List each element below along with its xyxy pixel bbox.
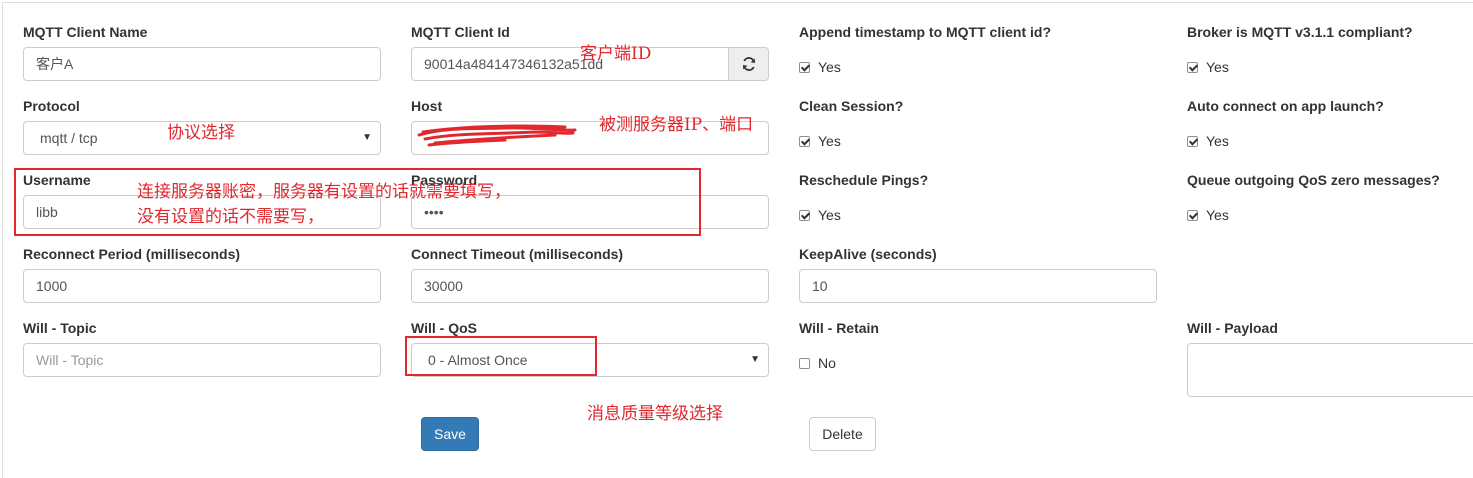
will-retain-label: Will - Retain <box>799 320 879 336</box>
client-id-annotation: 客户端ID <box>580 44 652 64</box>
save-button[interactable]: Save <box>421 417 479 451</box>
will-qos-label: Will - QoS <box>411 320 477 336</box>
chevron-down-icon: ▼ <box>362 132 372 143</box>
queue-qos-zero-label: Queue outgoing QoS zero messages? <box>1187 172 1440 188</box>
keepalive-input[interactable]: 10 <box>799 269 1157 303</box>
checkbox-checked-icon <box>799 135 810 147</box>
host-annotation: 被测服务器IP、端口 <box>599 115 754 135</box>
qos-annotation: 消息质量等级选择 <box>587 404 723 424</box>
checkbox-checked-icon <box>1187 61 1198 73</box>
will-payload-label: Will - Payload <box>1187 320 1278 336</box>
auto-connect-label: Auto connect on app launch? <box>1187 98 1384 114</box>
refresh-icon <box>742 57 755 71</box>
protocol-label: Protocol <box>23 98 80 114</box>
auto-connect-option: Yes <box>1206 133 1229 149</box>
will-topic-label: Will - Topic <box>23 320 97 336</box>
append-timestamp-option: Yes <box>818 59 841 75</box>
chevron-down-icon: ▼ <box>750 354 760 365</box>
delete-button[interactable]: Delete <box>809 417 876 451</box>
clean-session-label: Clean Session? <box>799 98 904 114</box>
credentials-highlight-box <box>14 168 701 236</box>
protocol-annotation: 协议选择 <box>167 123 235 143</box>
append-timestamp-checkbox[interactable]: Yes <box>799 59 841 75</box>
will-retain-checkbox[interactable]: No <box>799 355 836 371</box>
checkbox-checked-icon <box>1187 135 1198 147</box>
will-qos-highlight-box <box>405 336 597 376</box>
broker-compliant-option: Yes <box>1206 59 1229 75</box>
will-payload-textarea[interactable] <box>1187 343 1473 397</box>
client-name-input[interactable]: 客户A <box>23 47 381 81</box>
reconnect-period-label: Reconnect Period (milliseconds) <box>23 246 241 262</box>
queue-qos-zero-option: Yes <box>1206 207 1229 223</box>
client-id-input[interactable]: 90014a484147346132a51dd <box>411 47 729 81</box>
broker-compliant-label: Broker is MQTT v3.1.1 compliant? <box>1187 24 1413 40</box>
will-topic-input[interactable]: Will - Topic <box>23 343 381 377</box>
connect-timeout-label: Connect Timeout (milliseconds) <box>411 246 624 262</box>
append-timestamp-label: Append timestamp to MQTT client id? <box>799 24 1051 40</box>
redaction-scribble <box>417 124 577 147</box>
keepalive-label: KeepAlive (seconds) <box>799 246 937 262</box>
host-label: Host <box>411 98 443 114</box>
checkbox-checked-icon <box>1187 209 1198 221</box>
client-id-label: MQTT Client Id <box>411 24 510 40</box>
auto-connect-checkbox[interactable]: Yes <box>1187 133 1229 149</box>
checkbox-checked-icon <box>799 61 810 73</box>
regenerate-client-id-button[interactable] <box>728 47 769 81</box>
clean-session-option: Yes <box>818 133 841 149</box>
will-retain-option: No <box>818 355 836 371</box>
connect-timeout-input[interactable]: 30000 <box>411 269 769 303</box>
client-name-label: MQTT Client Name <box>23 24 148 40</box>
reschedule-pings-label: Reschedule Pings? <box>799 172 929 188</box>
reschedule-pings-option: Yes <box>818 207 841 223</box>
broker-compliant-checkbox[interactable]: Yes <box>1187 59 1229 75</box>
reconnect-period-input[interactable]: 1000 <box>23 269 381 303</box>
checkbox-unchecked-icon <box>799 357 810 369</box>
checkbox-checked-icon <box>799 209 810 221</box>
reschedule-pings-checkbox[interactable]: Yes <box>799 207 841 223</box>
protocol-selected-value: mqtt / tcp <box>40 130 98 146</box>
clean-session-checkbox[interactable]: Yes <box>799 133 841 149</box>
queue-qos-zero-checkbox[interactable]: Yes <box>1187 207 1229 223</box>
